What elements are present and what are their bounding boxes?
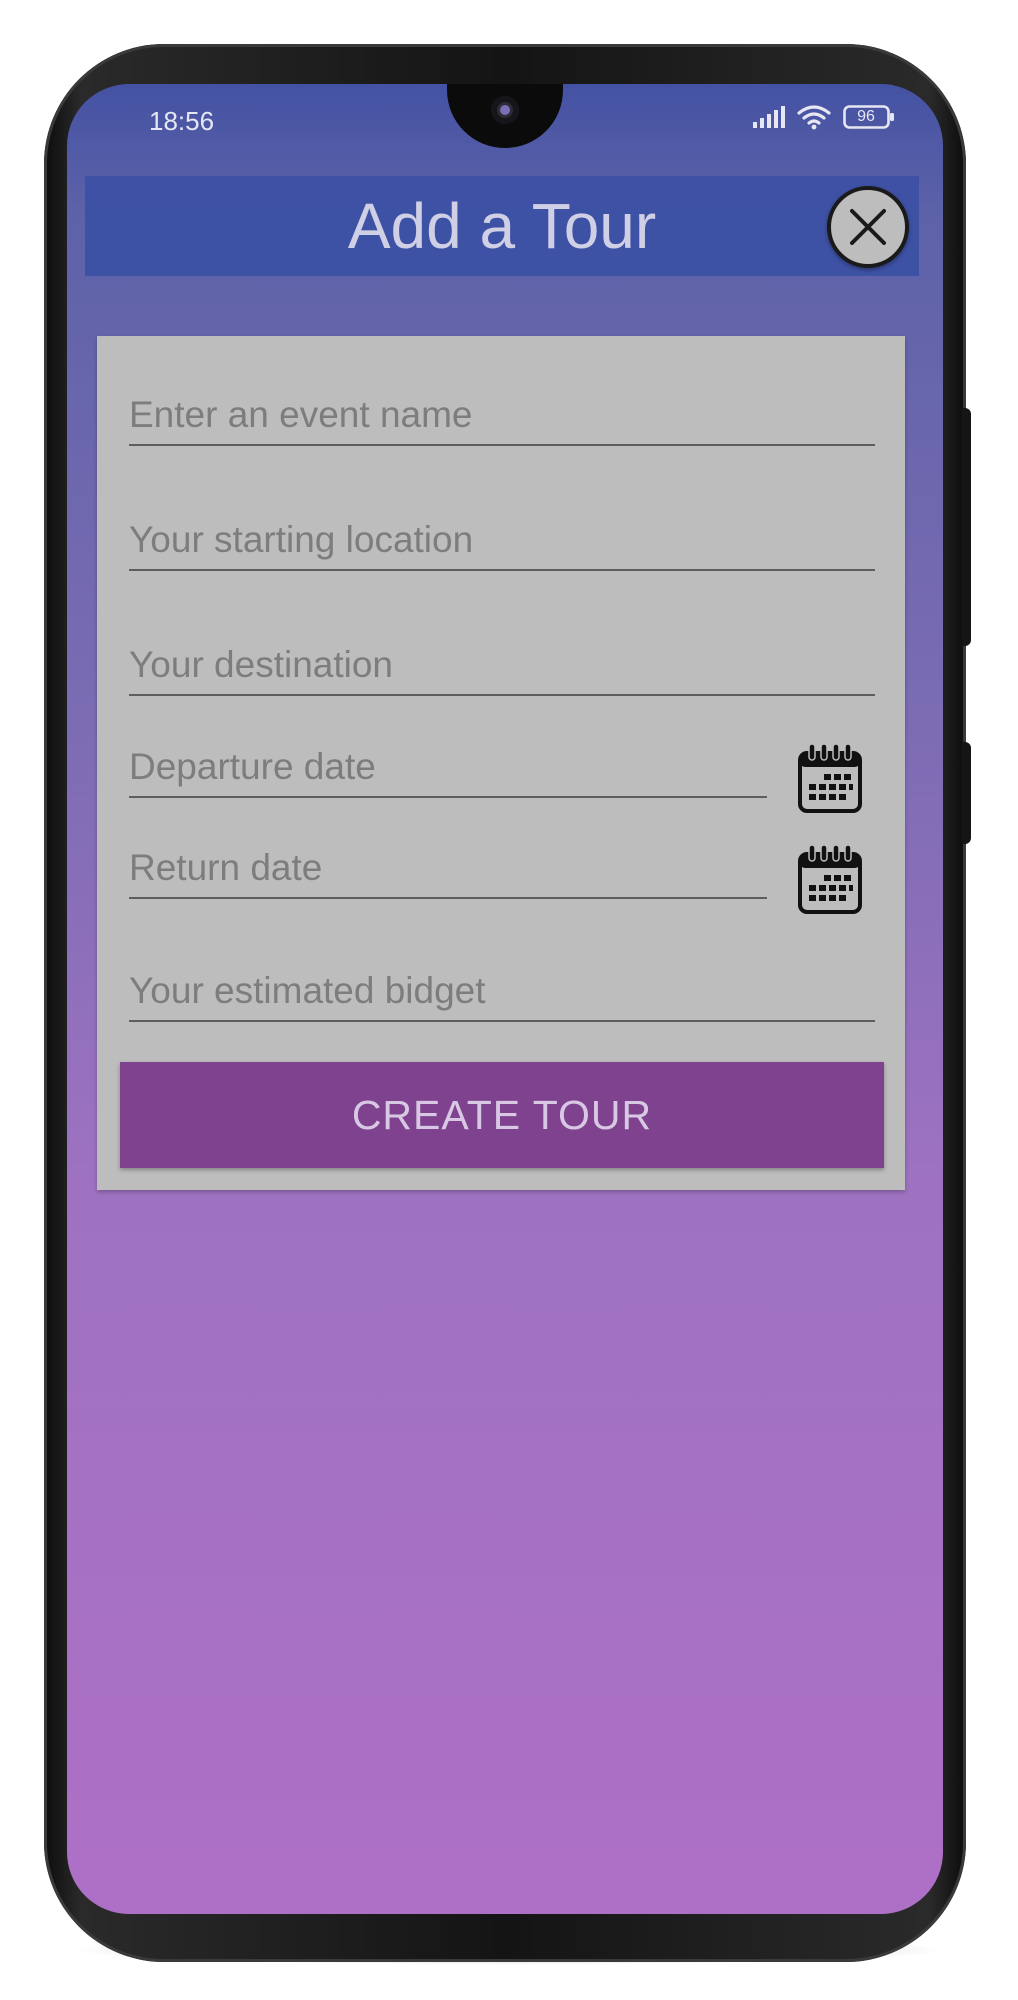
event-name-input[interactable] (129, 386, 875, 444)
return-date-input[interactable] (129, 839, 767, 897)
destination-input[interactable] (129, 636, 875, 694)
signal-icon (753, 106, 785, 128)
battery-level: 96 (857, 108, 875, 125)
create-tour-button[interactable]: CREATE TOUR (120, 1062, 884, 1168)
front-camera-icon (491, 96, 519, 124)
starting-location-input[interactable] (129, 511, 875, 569)
return-calendar-icon[interactable] (797, 843, 863, 915)
battery-icon: 96 (843, 105, 895, 129)
wifi-icon (797, 104, 831, 130)
app-header: Add a Tour (85, 176, 919, 276)
close-button[interactable] (827, 186, 909, 268)
close-icon (850, 209, 886, 245)
page-title: Add a Tour (347, 190, 657, 262)
budget-input[interactable] (129, 962, 875, 1020)
power-button (962, 742, 971, 844)
app-screen: 18:56 96 Add a Tour Enter an event name … (67, 84, 943, 1914)
status-icons: 96 (753, 104, 895, 130)
destination-field (129, 636, 875, 696)
departure-date-input[interactable] (129, 738, 767, 796)
volume-button (962, 408, 971, 646)
event-name-field (129, 386, 875, 446)
departure-date-field (129, 738, 767, 798)
tour-form-card: CREATE TOUR (97, 336, 905, 1190)
budget-field (129, 962, 875, 1022)
departure-calendar-icon[interactable] (797, 742, 863, 814)
status-time: 18:56 (149, 106, 215, 136)
return-date-field (129, 839, 767, 899)
starting-location-field (129, 511, 875, 571)
